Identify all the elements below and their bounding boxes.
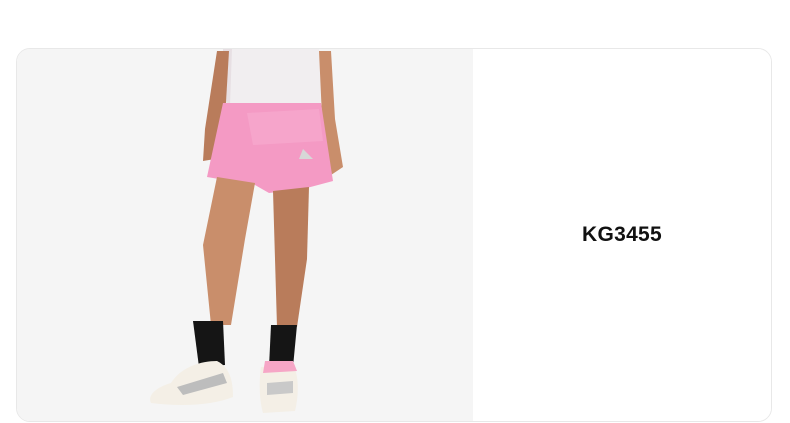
product-image[interactable] (17, 49, 473, 421)
product-info-panel: KG3455 (473, 49, 771, 421)
product-sku: KG3455 (581, 223, 663, 246)
product-card[interactable]: KG3455 (16, 48, 772, 422)
product-photo-shorts-icon (150, 49, 343, 413)
